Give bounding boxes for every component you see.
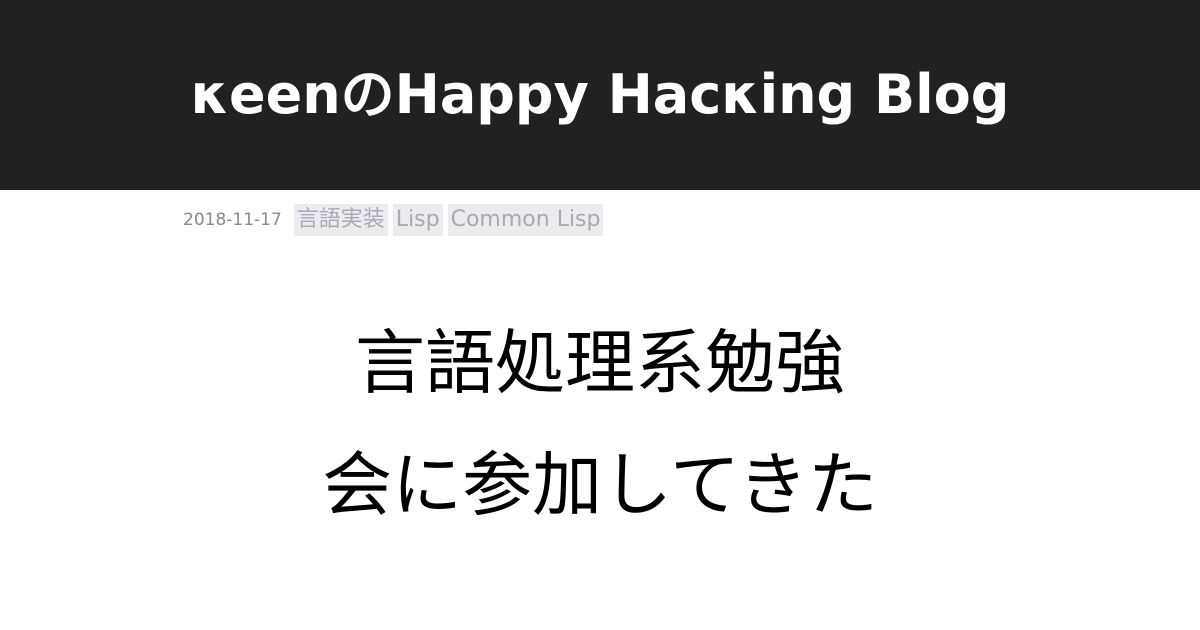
post-date: 2018-11-17 [183,210,282,230]
tag-lisp[interactable]: Lisp [392,204,443,236]
post-title-line-1: 言語処理系勉強 [355,322,845,404]
tag-language-implementation[interactable]: 言語実装 [293,204,388,236]
og-image-card: κeenのHappy Hacκing Blog 2018-11-17 言語実装 … [0,0,1200,630]
post-title: 言語処理系勉強 会に参加してきた [150,302,1050,546]
post-meta: 2018-11-17 言語実装 Lisp Common Lisp [183,204,604,236]
site-title-link[interactable]: κeenのHappy Hacκing Blog [191,68,1010,122]
post-title-line-2: 会に参加してきた [322,444,878,526]
tag-list: 言語実装 Lisp Common Lisp [293,204,604,236]
site-header: κeenのHappy Hacκing Blog [0,0,1200,190]
tag-common-lisp[interactable]: Common Lisp [447,204,604,236]
